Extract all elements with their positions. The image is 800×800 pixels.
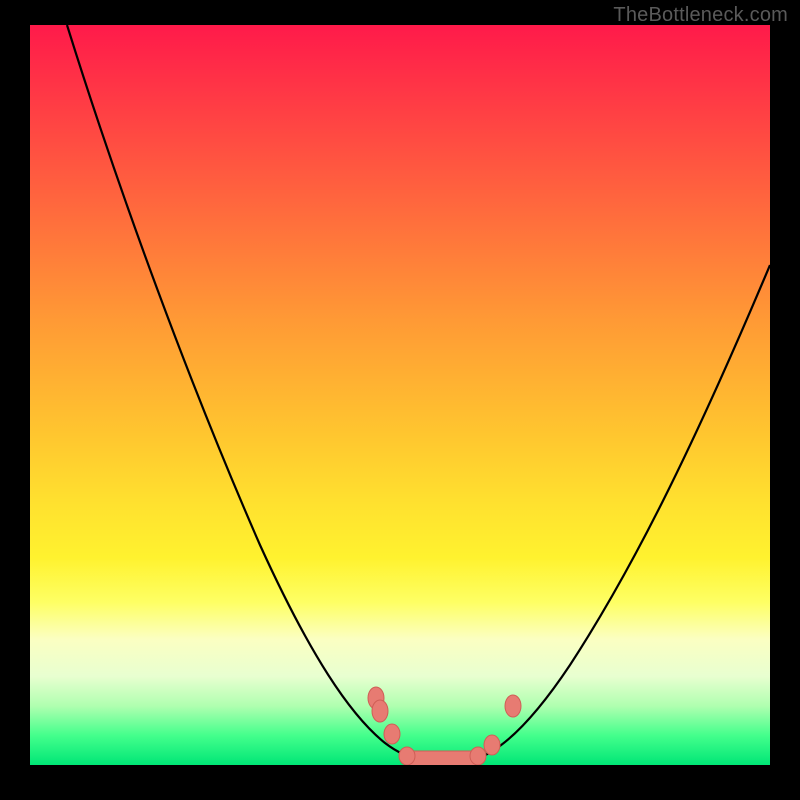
plot-area bbox=[30, 25, 770, 765]
marker-capsule bbox=[404, 751, 480, 765]
curve-layer bbox=[30, 25, 770, 765]
curve-right-branch bbox=[476, 265, 770, 759]
marker-cluster bbox=[368, 687, 521, 765]
marker-dot bbox=[505, 695, 521, 717]
marker-dot bbox=[484, 735, 500, 755]
marker-dot bbox=[384, 724, 400, 744]
marker-dot bbox=[399, 747, 415, 765]
chart-frame: TheBottleneck.com bbox=[0, 0, 800, 800]
marker-dot bbox=[470, 747, 486, 765]
marker-dot bbox=[372, 700, 388, 722]
curve-left-branch bbox=[67, 25, 422, 760]
attribution-label: TheBottleneck.com bbox=[613, 4, 788, 27]
